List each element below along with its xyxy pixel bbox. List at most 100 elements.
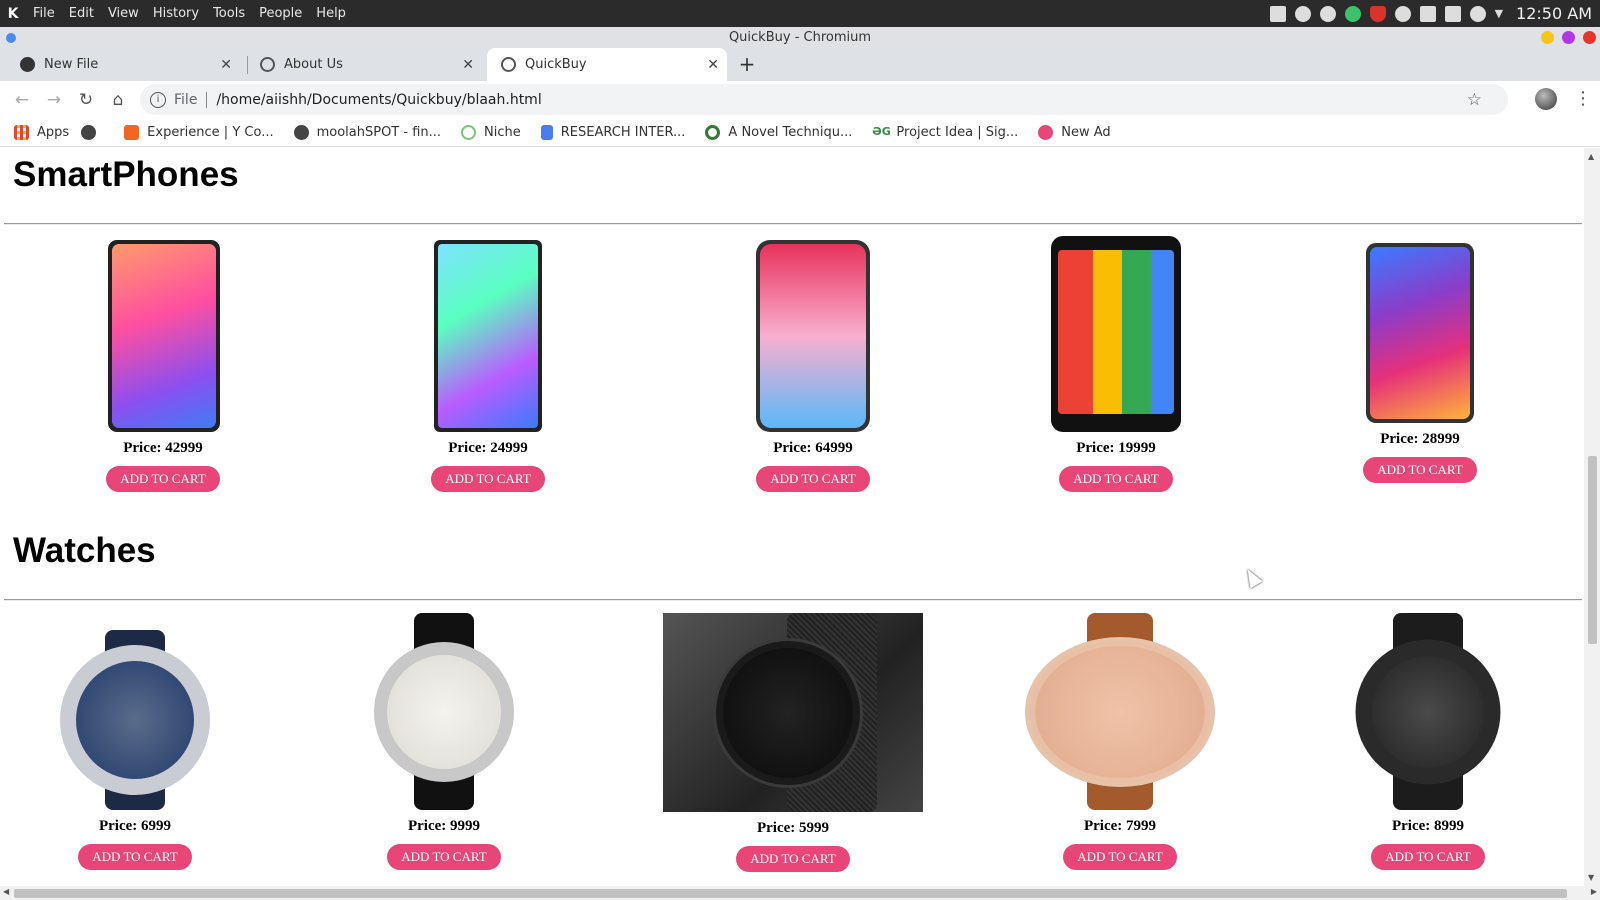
bookmark-label: Experience | Y Co... — [147, 124, 274, 140]
add-to-cart-button[interactable]: ADD TO CART — [387, 844, 501, 870]
product-price: Price: 19999 — [1076, 440, 1156, 456]
globe-icon — [293, 124, 309, 140]
product-image[interactable] — [663, 613, 923, 812]
horizontal-scrollbar[interactable]: ◀ ▶ — [0, 886, 1600, 900]
pause-icon[interactable] — [1319, 5, 1336, 22]
shield-icon[interactable] — [1369, 5, 1386, 22]
scroll-down-icon[interactable]: ▼ — [1588, 873, 1594, 882]
vertical-scroll-thumb[interactable] — [1588, 456, 1597, 644]
app-menu: File Edit View History Tools People Help — [26, 6, 353, 21]
add-to-cart-button[interactable]: ADD TO CART — [106, 466, 220, 492]
bookmark-label: Niche — [484, 124, 521, 140]
add-to-cart-button[interactable]: ADD TO CART — [78, 844, 192, 870]
bookmark-niche[interactable]: Niche — [461, 124, 521, 140]
clipboard-icon[interactable] — [1419, 5, 1436, 22]
scroll-right-icon[interactable]: ▶ — [1591, 887, 1597, 896]
minimize-button[interactable] — [1541, 31, 1554, 44]
horizontal-scroll-thumb[interactable] — [14, 889, 1567, 898]
close-tab-icon[interactable]: ✕ — [220, 57, 232, 73]
alert-icon[interactable] — [1344, 5, 1361, 22]
bookmark-research[interactable]: RESEARCH INTER... — [540, 124, 686, 140]
home-icon[interactable]: ⌂ — [102, 90, 134, 110]
product-card: Price: 42999 ADD TO CART — [53, 238, 273, 492]
menu-tools[interactable]: Tools — [206, 6, 252, 21]
menu-file[interactable]: File — [26, 6, 62, 21]
product-image[interactable] — [1366, 243, 1474, 423]
menu-kebab-icon[interactable]: ⋮ — [1574, 88, 1592, 109]
product-image[interactable] — [1051, 236, 1181, 432]
reload-icon[interactable]: ↻ — [70, 90, 102, 110]
menu-edit[interactable]: Edit — [62, 6, 101, 21]
close-tab-icon[interactable]: ✕ — [707, 57, 719, 73]
profile-avatar[interactable] — [1535, 88, 1557, 110]
close-tab-icon[interactable]: ✕ — [462, 57, 474, 73]
info-icon[interactable]: i — [150, 91, 166, 108]
close-window-button[interactable] — [1583, 31, 1596, 44]
menu-people[interactable]: People — [252, 6, 309, 21]
tab-quickbuy[interactable]: QuickBuy ✕ — [487, 48, 727, 81]
bookmark-globe[interactable] — [81, 124, 104, 140]
product-card: Price: 8999 ADD TO CART — [1318, 613, 1538, 870]
add-to-cart-button[interactable]: ADD TO CART — [1059, 466, 1173, 492]
bookmark-experience[interactable]: Experience | Y Co... — [124, 124, 274, 140]
forward-arrow-icon[interactable]: → — [38, 90, 70, 110]
bookmark-label: New Ad — [1061, 124, 1111, 140]
window-title-bar: QuickBuy - Chromium — [0, 27, 1600, 48]
bookmark-label: Project Idea | Sig... — [896, 124, 1019, 140]
notes-icon[interactable] — [1269, 5, 1286, 22]
tab-new-file[interactable]: New File ✕ — [0, 48, 240, 81]
product-image[interactable] — [50, 630, 220, 810]
menu-history[interactable]: History — [146, 6, 206, 21]
whatsapp-icon[interactable] — [1394, 5, 1411, 22]
bookmark-star-icon[interactable]: ☆ — [1467, 90, 1482, 110]
product-image[interactable] — [434, 238, 542, 432]
globe-icon — [501, 57, 516, 72]
bookmark-moolahspot[interactable]: moolahSPOT - fin... — [293, 124, 441, 140]
bookmark-new-ad[interactable]: New Ad — [1038, 124, 1111, 140]
github-icon — [20, 57, 35, 72]
browser-toolbar: ← → ↻ ⌂ i File /home/aiishh/Documents/Qu… — [0, 81, 1600, 118]
url-divider — [206, 91, 208, 108]
bookmark-label: A Novel Techniqu... — [728, 124, 853, 140]
bookmark-apps[interactable]: Apps — [14, 124, 70, 140]
kde-logo-icon[interactable]: K — [0, 0, 26, 27]
new-tab-button[interactable]: + — [735, 52, 759, 76]
tab-label: QuickBuy — [525, 57, 587, 72]
product-image[interactable] — [1025, 613, 1215, 810]
url-text[interactable]: /home/aiishh/Documents/Quickbuy/blaah.ht… — [216, 92, 541, 108]
address-bar[interactable]: i File /home/aiishh/Documents/Quickbuy/b… — [140, 84, 1508, 115]
product-price: Price: 42999 — [123, 440, 203, 456]
apps-grid-icon — [14, 124, 29, 140]
tray-expand-icon[interactable]: ▼ — [1495, 7, 1503, 20]
product-price: Price: 9999 — [407, 818, 481, 834]
scroll-left-icon[interactable]: ◀ — [3, 887, 9, 896]
add-to-cart-button[interactable]: ADD TO CART — [1363, 457, 1477, 483]
add-to-cart-button[interactable]: ADD TO CART — [1063, 844, 1177, 870]
add-to-cart-button[interactable]: ADD TO CART — [736, 846, 850, 872]
add-to-cart-button[interactable]: ADD TO CART — [1371, 844, 1485, 870]
volume-icon[interactable] — [1444, 5, 1461, 22]
bookmark-project-idea[interactable]: ƏG Project Idea | Sig... — [872, 125, 1018, 140]
product-price: Price: 28999 — [1380, 431, 1460, 447]
vertical-scrollbar[interactable]: ▲ ▼ — [1584, 148, 1600, 886]
lock-icon[interactable] — [1294, 5, 1311, 22]
add-to-cart-button[interactable]: ADD TO CART — [431, 466, 545, 492]
back-arrow-icon[interactable]: ← — [6, 90, 38, 110]
menu-view[interactable]: View — [101, 6, 146, 21]
maximize-button[interactable] — [1562, 31, 1575, 44]
scroll-up-icon[interactable]: ▲ — [1588, 152, 1594, 161]
bookmark-novel-technique[interactable]: A Novel Techniqu... — [705, 124, 853, 140]
product-image[interactable] — [106, 238, 220, 432]
docs-icon — [540, 124, 553, 140]
system-tray: ▼ 12:50 AM — [1269, 0, 1592, 27]
add-to-cart-button[interactable]: ADD TO CART — [756, 466, 870, 492]
product-image[interactable] — [756, 238, 870, 432]
product-image[interactable] — [369, 613, 519, 810]
newad-icon — [1038, 124, 1054, 140]
bookmark-label: Apps — [37, 124, 70, 140]
product-image[interactable] — [1350, 613, 1506, 810]
tab-about-us[interactable]: About Us ✕ — [242, 48, 482, 81]
menu-help[interactable]: Help — [309, 6, 353, 21]
wifi-icon[interactable] — [1469, 5, 1486, 22]
bookmark-label: RESEARCH INTER... — [560, 124, 686, 140]
